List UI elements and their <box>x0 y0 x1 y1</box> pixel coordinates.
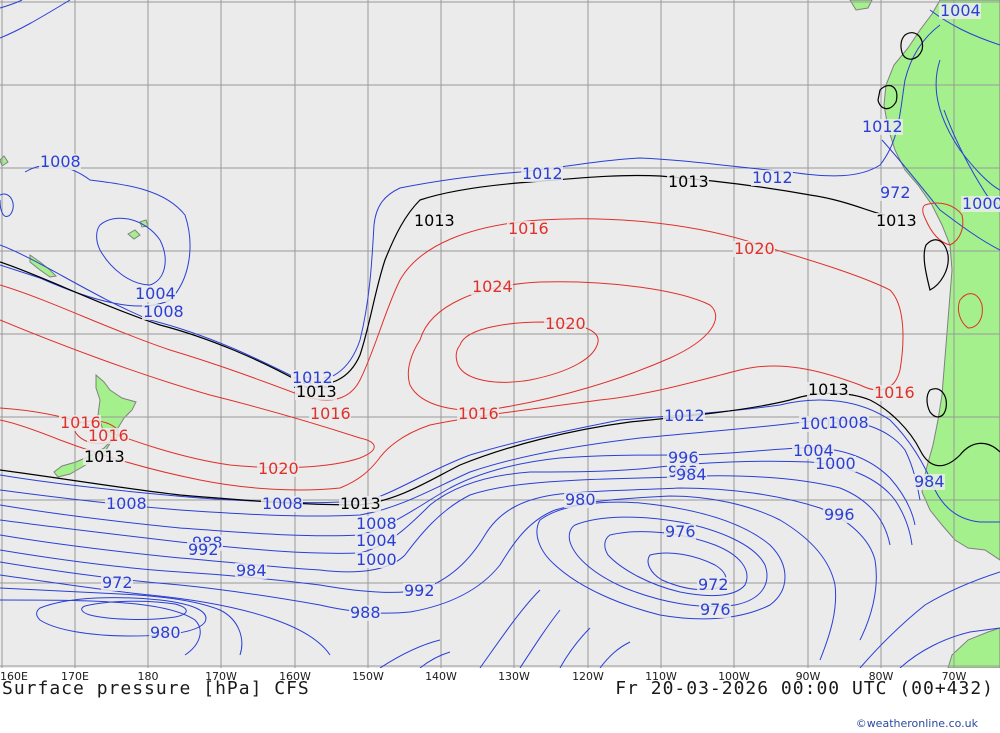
isobar-label-high: 1020 <box>734 239 775 258</box>
isobar-label-low: 1000 <box>962 194 1000 213</box>
longitude-tick-label: 130W <box>498 670 530 683</box>
longitude-tick-label: 140W <box>425 670 457 683</box>
longitude-tick-label: 120W <box>572 670 604 683</box>
isobar-label-low: 1008 <box>828 413 869 432</box>
isobar-label-high: 1016 <box>458 404 499 423</box>
isobar-label-high: 1016 <box>874 383 915 402</box>
isobar-label-low: 976 <box>700 600 731 619</box>
pressure-map: 1008101210081004100810121012100810081012… <box>0 0 1000 668</box>
isobar-label-low: 984 <box>236 561 267 580</box>
isobar-label-low: 980 <box>150 623 181 642</box>
isobar-label-standard: 1013 <box>84 447 125 466</box>
isobar-label-low: 992 <box>404 581 435 600</box>
isobar-label-low: 1004 <box>135 284 176 303</box>
longitude-tick-label: 150W <box>352 670 384 683</box>
isobar-label-low: 1000 <box>356 550 397 569</box>
isobar-label-standard: 1013 <box>414 211 455 230</box>
isobar-label-low: 1012 <box>522 164 563 183</box>
isobar-label-low: 972 <box>880 183 911 202</box>
isobar-label-low: 1012 <box>752 168 793 187</box>
isobar-label-low: 1008 <box>40 152 81 171</box>
isobar-label-low: 980 <box>565 490 596 509</box>
isobar-label-low: 1008 <box>106 494 147 513</box>
isobar-label-low: 972 <box>102 573 133 592</box>
isobar-label-low: 984 <box>914 472 945 491</box>
credit-link[interactable]: ©weatheronline.co.uk <box>856 717 978 730</box>
isobar-label-high: 1016 <box>310 404 351 423</box>
isobar-label-low: 972 <box>698 575 729 594</box>
isobar-label-standard: 1013 <box>340 494 381 513</box>
isobar-label-standard: 1013 <box>808 380 849 399</box>
isobar-label-low: 1000 <box>815 454 856 473</box>
isobar-label-standard: 1013 <box>668 172 709 191</box>
isobar-label-low: 1004 <box>940 1 981 20</box>
isobar-label-standard: 1013 <box>876 211 917 230</box>
isobar-label-high: 1016 <box>88 426 129 445</box>
isobar-label-low: 1012 <box>862 117 903 136</box>
product-title: Surface pressure [hPa] CFS <box>2 678 310 699</box>
isobar-label-low: 1012 <box>664 406 705 425</box>
isobar-label-low: 988 <box>350 603 381 622</box>
isobar-label-standard: 1013 <box>296 382 337 401</box>
isobar-label-low: 976 <box>665 522 696 541</box>
isobar-label-high: 1024 <box>472 277 513 296</box>
isobar-label-low: 992 <box>188 540 219 559</box>
isobar-label-low: 984 <box>676 465 707 484</box>
map-footer: 160E 170E 180 170W 160W 150W 140W 130W 120W 110W 1… <box>0 668 1000 733</box>
isobar-label-low: 1008 <box>262 494 303 513</box>
isobar-label-high: 1016 <box>508 219 549 238</box>
valid-time: Fr 20-03-2026 00:00 UTC (00+432) <box>615 678 994 699</box>
isobar-label-high: 1020 <box>258 459 299 478</box>
isobar-label-low: 996 <box>824 505 855 524</box>
isobar-label-low: 1004 <box>356 531 397 550</box>
isobar-label-low: 1008 <box>143 302 184 321</box>
isobar-label-high: 1020 <box>545 314 586 333</box>
